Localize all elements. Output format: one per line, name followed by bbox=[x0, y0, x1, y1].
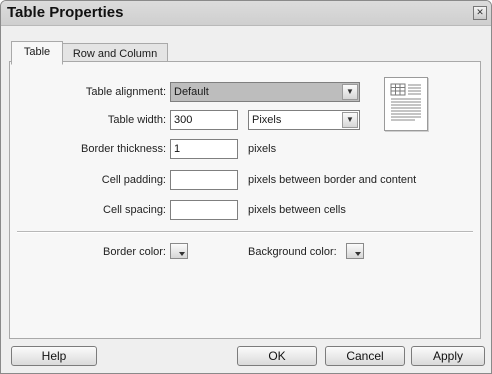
chevron-down-icon bbox=[355, 252, 361, 256]
border-thickness-input[interactable]: 1 bbox=[170, 139, 238, 159]
table-width-value: 300 bbox=[174, 114, 193, 126]
chevron-down-icon: ▼ bbox=[342, 112, 358, 128]
border-thickness-value: 1 bbox=[174, 143, 181, 155]
table-width-input[interactable]: 300 bbox=[170, 110, 238, 130]
cancel-button[interactable]: Cancel bbox=[325, 346, 405, 366]
ok-button[interactable]: OK bbox=[237, 346, 317, 366]
cell-spacing-hint: pixels between cells bbox=[248, 204, 346, 216]
table-preview-icon bbox=[384, 77, 428, 131]
table-properties-dialog: Table Properties ✕ Table Row and Column … bbox=[0, 0, 492, 374]
cell-spacing-label: Cell spacing: bbox=[103, 204, 166, 216]
table-width-label: Table width: bbox=[107, 114, 166, 126]
table-preview-graphic bbox=[390, 83, 421, 121]
apply-button[interactable]: Apply bbox=[411, 346, 485, 366]
background-color-label: Background color: bbox=[248, 246, 337, 258]
cell-spacing-input[interactable] bbox=[170, 200, 238, 220]
border-color-label: Border color: bbox=[103, 246, 166, 258]
cell-padding-hint: pixels between border and content bbox=[248, 174, 417, 186]
background-color-picker[interactable] bbox=[346, 243, 364, 259]
table-width-unit-value: Pixels bbox=[252, 114, 282, 126]
border-thickness-unit: pixels bbox=[248, 143, 277, 155]
table-width-unit-select[interactable]: Pixels ▼ bbox=[248, 110, 360, 130]
tab-table[interactable]: Table bbox=[11, 41, 63, 65]
table-alignment-label: Table alignment: bbox=[85, 86, 166, 98]
help-button[interactable]: Help bbox=[11, 346, 97, 366]
chevron-down-icon: ▼ bbox=[342, 84, 358, 100]
dialog-title: Table Properties bbox=[7, 4, 124, 21]
ok-button-label: OK bbox=[268, 349, 286, 363]
border-thickness-label: Border thickness: bbox=[81, 143, 166, 155]
tab-table-label: Table bbox=[23, 46, 51, 58]
section-divider bbox=[17, 231, 473, 233]
chevron-down-icon bbox=[179, 252, 185, 256]
cancel-button-label: Cancel bbox=[346, 349, 384, 363]
title-bar: Table Properties ✕ bbox=[1, 1, 491, 26]
cell-padding-label: Cell padding: bbox=[101, 174, 166, 186]
cell-padding-input[interactable] bbox=[170, 170, 238, 190]
close-icon[interactable]: ✕ bbox=[473, 6, 487, 20]
tab-row-and-column-label: Row and Column bbox=[72, 48, 158, 60]
apply-button-label: Apply bbox=[432, 349, 464, 363]
table-alignment-select[interactable]: Default ▼ bbox=[170, 82, 360, 102]
help-button-label: Help bbox=[41, 349, 67, 363]
border-color-picker[interactable] bbox=[170, 243, 188, 259]
table-alignment-value: Default bbox=[174, 86, 209, 98]
